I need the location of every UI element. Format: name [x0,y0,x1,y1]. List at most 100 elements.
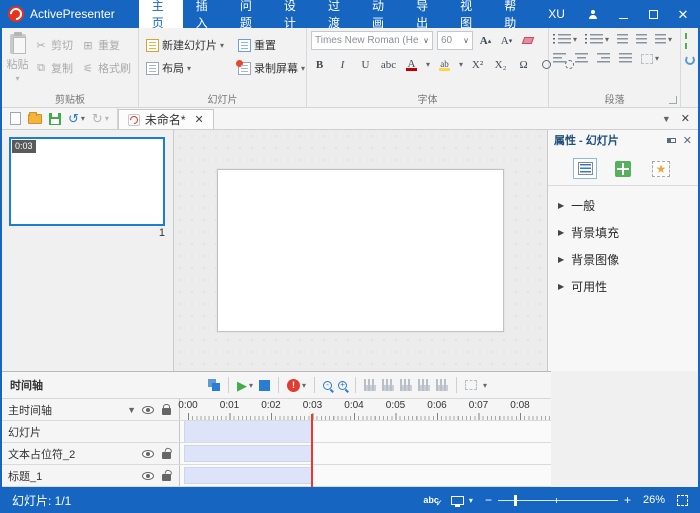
text-direction-button[interactable]: ▾ [641,53,659,64]
row-track[interactable] [180,443,551,464]
paragraph-dialog-launcher[interactable] [669,96,678,104]
all-timelines-icon[interactable] [208,379,220,391]
document-tab[interactable]: 未命名* ✕ [117,109,214,129]
spell-check-icon[interactable]: abc [423,495,442,509]
tab-animations[interactable]: 动画 [359,0,403,30]
format-painter-button[interactable]: ⚟ 格式刷 [78,58,134,78]
close-document-icon[interactable]: ✕ [195,113,204,126]
tab-home[interactable]: 主页 [138,0,183,30]
pin-icon[interactable] [666,137,676,143]
align-justify-button[interactable] [619,53,632,64]
timeline-object-bar[interactable] [184,421,312,442]
increase-indent-icon[interactable] [636,34,648,45]
strikethrough-button[interactable]: abc [380,56,397,73]
timeline-ruler[interactable]: 0:00 0:01 0:02 0:03 0:04 0:05 0:06 0:07 … [178,399,551,420]
rotate-icon[interactable] [684,55,695,65]
tab-design[interactable]: 设计 [271,0,315,30]
timeline-select-dropdown-icon[interactable]: ▼ [127,405,136,415]
slide-thumbnail[interactable]: 0:03 [9,137,165,226]
selection-mode-icon[interactable] [465,380,478,390]
redo-button[interactable]: ↻ ▾ [92,112,109,125]
underline-button[interactable]: U [357,56,374,73]
duplicate-button[interactable]: ⊞ 重复 [78,35,134,55]
crop-range-icon[interactable] [418,379,431,391]
zoom-out-button[interactable]: − [485,493,492,507]
zoom-slider-thumb[interactable] [513,494,517,506]
tab-user-xu[interactable]: XU [535,0,578,28]
visibility-icon[interactable] [142,449,154,458]
bullets-button[interactable]: ▾ [553,34,577,45]
visibility-icon[interactable] [142,405,154,414]
paste-button[interactable]: 粘贴 ▾ [6,31,29,83]
timeline-object-bar[interactable] [184,467,312,484]
section-general[interactable]: ▶ 一般 [548,192,698,219]
zoom-in-button[interactable]: + [624,493,631,507]
row-track[interactable] [180,421,551,442]
close-button[interactable]: ✕ [668,0,698,28]
font-color-button[interactable]: A [403,58,420,71]
align-right-button[interactable] [597,53,610,64]
shrink-font-button[interactable]: A ▾ [498,32,515,49]
highlight-color-button[interactable]: ab [436,58,453,71]
delete-range-icon[interactable] [400,379,413,391]
tab-help[interactable]: 帮助 [491,0,535,30]
maximize-button[interactable] [638,0,668,28]
stop-button[interactable] [259,379,271,391]
numbering-button[interactable]: ▾ [585,34,609,45]
lock-icon[interactable] [162,403,171,415]
playhead[interactable] [311,414,313,487]
clear-formatting-button[interactable] [519,32,536,49]
split-icon[interactable] [436,379,449,391]
new-slide-button[interactable]: 新建幻灯片 ▾ [143,35,227,55]
visibility-icon[interactable] [142,471,154,480]
fit-to-window-icon[interactable] [677,494,688,506]
bold-button[interactable]: B [311,56,328,73]
undo-button[interactable]: ↺ ▾ [68,112,85,125]
font-size-select[interactable]: 60 ∨ [437,31,473,50]
play-button[interactable]: ▶ ▾ [237,379,253,392]
tab-general-properties[interactable] [573,158,597,179]
cut-button[interactable]: ✂ 剪切 [31,35,76,55]
distribute-icon[interactable] [685,33,694,49]
section-background-image[interactable]: ▶ 背景图像 [548,246,698,273]
subscript-button[interactable]: X₂ [492,56,509,73]
tab-interactivity[interactable]: ★ [649,158,673,179]
save-button[interactable] [49,112,61,125]
copy-button[interactable]: ⧉ 复制 [31,58,76,78]
record-screen-button[interactable]: 录制屏幕 ▾ [235,58,308,78]
unlock-icon[interactable] [162,451,171,459]
line-spacing-button[interactable]: ▾ [655,34,672,45]
tab-questions[interactable]: 问题 [227,0,271,30]
superscript-button[interactable]: X² [469,56,486,73]
row-label[interactable]: 幻灯片 [8,424,173,440]
close-panel-icon[interactable]: ✕ [683,134,692,147]
decrease-indent-icon[interactable] [617,34,629,45]
row-label[interactable]: 标题_1 [8,468,136,484]
section-accessibility[interactable]: ▶ 可用性 [548,273,698,300]
timeline-object-bar[interactable] [184,445,312,462]
tab-transitions[interactable]: 过渡 [315,0,359,30]
zoom-in-icon[interactable]: + [338,380,348,390]
chevron-down-icon[interactable]: ▾ [426,60,430,69]
font-family-select[interactable]: Times New Roman (He ∨ [311,31,433,50]
unlock-icon[interactable] [162,473,171,481]
layout-button[interactable]: 布局 ▾ [143,58,227,78]
zoom-slider-track[interactable] [497,494,618,506]
section-background-fill[interactable]: ▶ 背景填充 [548,219,698,246]
italic-button[interactable]: I [334,56,351,73]
zoom-out-icon[interactable]: - [323,380,333,390]
row-label[interactable]: 文本占位符_2 [8,446,136,462]
close-pane-icon[interactable]: ✕ [681,112,690,125]
record-narration-button[interactable]: ! ▾ [287,378,306,392]
new-project-button[interactable] [10,112,21,125]
tab-size-position[interactable] [611,158,635,179]
tab-export[interactable]: 导出 [403,0,447,30]
reset-button[interactable]: 重置 [235,35,308,55]
align-center-button[interactable] [575,53,588,64]
tab-insert[interactable]: 插入 [183,0,227,30]
row-track[interactable] [180,465,551,486]
grow-font-button[interactable]: A ▴ [477,32,494,49]
view-mode-button[interactable]: ▾ [450,495,473,507]
chevron-down-icon[interactable]: ▾ [459,60,463,69]
align-left-button[interactable] [553,53,566,64]
